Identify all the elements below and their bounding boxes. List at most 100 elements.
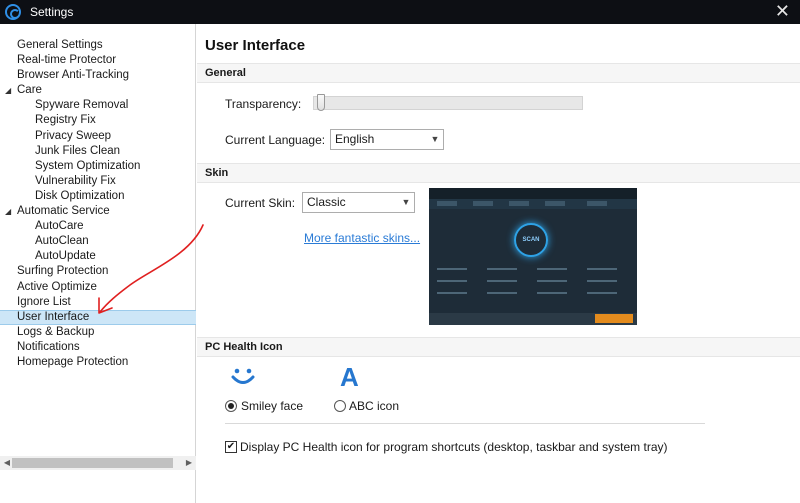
current-skin-label: Current Skin: — [225, 196, 296, 210]
preview-scan-button: SCAN — [514, 223, 548, 257]
section-header-skin: Skin — [197, 163, 800, 183]
sidebar-item-registry-fix[interactable]: Registry Fix — [0, 113, 196, 128]
sidebar-item-automatic-service[interactable]: ◢ Automatic Service — [0, 204, 196, 219]
sidebar-item-label: Automatic Service — [17, 205, 110, 218]
preview-line — [587, 280, 617, 282]
sidebar-item-care[interactable]: ◢ Care — [0, 83, 196, 98]
sidebar-item-label: Junk Files Clean — [35, 144, 121, 157]
sidebar-item-autocare[interactable]: AutoCare — [0, 219, 196, 234]
sidebar-item-active-optimize[interactable]: Active Optimize — [0, 280, 196, 295]
preview-tab — [545, 201, 565, 206]
sidebar-item-surfing-protection[interactable]: Surfing Protection — [0, 264, 196, 279]
sidebar-item-vulnerability-fix[interactable]: Vulnerability Fix — [0, 174, 196, 189]
sidebar-item-browser-anti-tracking[interactable]: Browser Anti-Tracking — [0, 68, 196, 83]
preview-line — [437, 268, 467, 270]
more-skins-link[interactable]: More fantastic skins... — [304, 231, 420, 245]
scroll-right-icon[interactable]: ▶ — [182, 456, 196, 470]
divider — [225, 423, 705, 424]
sidebar-item-notifications[interactable]: Notifications — [0, 340, 196, 355]
sidebar-item-privacy-sweep[interactable]: Privacy Sweep — [0, 129, 196, 144]
section-header-general: General — [197, 63, 800, 83]
scrollbar-thumb[interactable] — [12, 458, 173, 468]
sidebar-item-label: Ignore List — [17, 295, 71, 308]
sidebar-item-label: Registry Fix — [35, 114, 96, 127]
sidebar-item-label: Vulnerability Fix — [35, 174, 116, 187]
smiley-face-label[interactable]: Smiley face — [241, 399, 303, 413]
preview-line — [487, 268, 517, 270]
sidebar-item-label: Care — [17, 84, 42, 97]
sidebar-item-disk-optimization[interactable]: Disk Optimization — [0, 189, 196, 204]
skin-select[interactable]: Classic ▼ — [302, 192, 415, 213]
sidebar-item-homepage-protection[interactable]: Homepage Protection — [0, 355, 196, 370]
sidebar-item-label: Homepage Protection — [17, 355, 129, 368]
preview-line — [487, 280, 517, 282]
expanded-caret-icon[interactable]: ◢ — [5, 204, 11, 219]
sidebar-item-autoclean[interactable]: AutoClean — [0, 234, 196, 249]
transparency-slider-thumb[interactable] — [317, 94, 325, 111]
page-title: User Interface — [205, 37, 306, 54]
sidebar-item-ignore-list[interactable]: Ignore List — [0, 295, 196, 310]
preview-tabs — [429, 199, 637, 209]
sidebar-item-system-optimization[interactable]: System Optimization — [0, 159, 196, 174]
sidebar-item-label: System Optimization — [35, 159, 141, 172]
sidebar-horizontal-scrollbar[interactable]: ◀ ▶ — [0, 456, 196, 470]
preview-tab — [473, 201, 493, 206]
language-select[interactable]: English ▼ — [330, 129, 444, 150]
window-title: Settings — [30, 5, 74, 19]
sidebar-item-label: AutoClean — [35, 235, 89, 248]
preview-action-button — [595, 314, 633, 323]
abc-icon-label[interactable]: ABC icon — [349, 399, 399, 413]
preview-tab — [437, 201, 457, 206]
sidebar-item-general-settings[interactable]: General Settings — [0, 38, 196, 53]
language-select-value: English — [335, 132, 375, 146]
preview-line — [537, 268, 567, 270]
sidebar-item-label: AutoUpdate — [35, 250, 96, 263]
sidebar-item-label: General Settings — [17, 39, 103, 51]
preview-line — [437, 292, 467, 294]
smiley-face-radio[interactable] — [225, 400, 237, 412]
sidebar-item-spyware-removal[interactable]: Spyware Removal — [0, 98, 196, 113]
preview-line — [487, 292, 517, 294]
sidebar-item-label: Real-time Protector — [17, 54, 117, 67]
expanded-caret-icon[interactable]: ◢ — [5, 83, 11, 98]
sidebar-item-label: Spyware Removal — [35, 99, 129, 112]
transparency-slider-track[interactable] — [313, 96, 583, 110]
transparency-label: Transparency: — [225, 97, 302, 111]
skin-select-value: Classic — [307, 195, 346, 209]
preview-tab — [509, 201, 529, 206]
chevron-down-icon: ▼ — [401, 197, 411, 207]
sidebar-item-label: Active Optimize — [17, 280, 97, 293]
sidebar-item-junk-files-clean[interactable]: Junk Files Clean — [0, 144, 196, 159]
sidebar-item-logs-backup[interactable]: Logs & Backup — [0, 325, 196, 340]
preview-line — [587, 292, 617, 294]
sidebar-item-label: Notifications — [17, 340, 80, 353]
sidebar-item-user-interface[interactable]: User Interface — [0, 309, 196, 325]
section-header-pc-health-icon: PC Health Icon — [197, 337, 800, 357]
main-panel: User Interface General Transparency: Cur… — [197, 24, 800, 503]
app-logo-icon — [5, 4, 21, 20]
preview-line — [537, 280, 567, 282]
sidebar-item-label: User Interface — [17, 310, 90, 323]
preview-line — [437, 280, 467, 282]
preview-line — [587, 268, 617, 270]
preview-line — [537, 292, 567, 294]
smiley-icon — [231, 368, 255, 384]
preview-topbar — [429, 188, 637, 199]
title-bar: Settings ✕ — [0, 0, 800, 24]
sidebar-item-autoupdate[interactable]: AutoUpdate — [0, 249, 196, 264]
shortcut-icon-checkbox-label[interactable]: Display PC Health icon for program short… — [240, 440, 668, 454]
sidebar-item-label: Logs & Backup — [17, 325, 95, 338]
close-icon[interactable]: ✕ — [775, 1, 790, 21]
abc-icon-radio[interactable] — [334, 400, 346, 412]
preview-tab — [587, 201, 607, 206]
sidebar-item-label: Browser Anti-Tracking — [17, 69, 130, 82]
shortcut-icon-checkbox[interactable]: ✔ — [225, 441, 237, 453]
language-label: Current Language: — [225, 133, 326, 147]
sidebar-item-label: AutoCare — [35, 220, 84, 233]
chevron-down-icon: ▼ — [430, 134, 440, 144]
sidebar-item-label: Surfing Protection — [17, 265, 109, 278]
sidebar: General Settings Real-time Protector Bro… — [0, 24, 196, 503]
sidebar-item-label: Disk Optimization — [35, 189, 125, 202]
skin-preview-image: SCAN — [429, 188, 637, 325]
sidebar-item-real-time-protector[interactable]: Real-time Protector — [0, 53, 196, 68]
